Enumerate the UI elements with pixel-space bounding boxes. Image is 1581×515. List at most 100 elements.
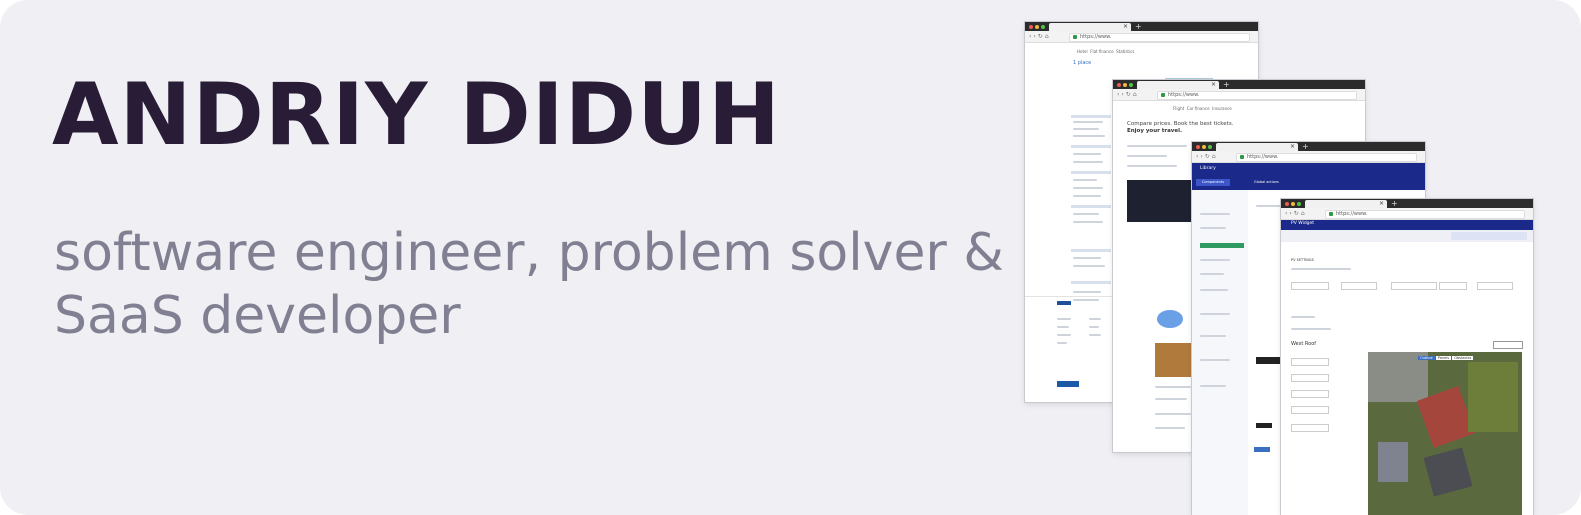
- author-name: ANDRIY DIDUH: [52, 65, 781, 165]
- text-line: [1200, 385, 1226, 387]
- input-field: [1291, 390, 1329, 398]
- minimize-dot-icon: [1123, 82, 1127, 87]
- input-field: [1291, 424, 1329, 432]
- colosseum-image: [1155, 343, 1191, 377]
- text-line: [1200, 213, 1230, 215]
- close-dot-icon: [1285, 201, 1289, 206]
- text-line: [1073, 121, 1103, 123]
- close-dot-icon: [1117, 82, 1121, 87]
- sidebar: [1192, 190, 1248, 515]
- tab-components-library: Components library: [1196, 179, 1230, 186]
- text-line: [1200, 289, 1228, 291]
- url-field: https://www.: [1157, 91, 1357, 100]
- map-tab-outline: Outline: [1418, 356, 1435, 360]
- map-tab-panels: Panels: [1435, 356, 1452, 360]
- url-text: https://www.: [1080, 34, 1112, 40]
- screenshot-window-pv-widget: × + ‹›↻⌂ https://www. PV Widget PV SETTI…: [1281, 199, 1533, 515]
- rating-stars-icon: [1073, 75, 1079, 99]
- lock-icon: [1161, 93, 1165, 97]
- text-line: [1073, 187, 1103, 189]
- text-line: [1057, 334, 1071, 336]
- page-preview: PV Widget PV SETTINGS West Roof Outline …: [1281, 220, 1533, 515]
- url-text: https://www.: [1168, 92, 1200, 98]
- rating-title: 1 place: [1073, 60, 1092, 66]
- map-roof: [1423, 447, 1473, 497]
- text-line: [1073, 161, 1103, 163]
- url-field: https://www.: [1236, 153, 1417, 162]
- text-line: [1057, 342, 1067, 344]
- input-field: [1291, 374, 1329, 382]
- nav-links: Hotel Flat finance Statistics: [1077, 49, 1134, 54]
- lock-icon: [1329, 212, 1333, 216]
- new-tab-icon: +: [1302, 142, 1309, 151]
- url-field: https://www.: [1325, 210, 1525, 219]
- minimize-dot-icon: [1291, 201, 1295, 206]
- add-button: [1256, 423, 1272, 428]
- new-tab-icon: +: [1223, 80, 1230, 89]
- nav-link: Flat finance: [1090, 49, 1114, 54]
- new-tab-icon: +: [1391, 199, 1398, 208]
- text-line: [1200, 359, 1230, 361]
- lock-icon: [1240, 155, 1244, 159]
- text-line: [1073, 257, 1101, 259]
- number-stepper: [1439, 282, 1467, 290]
- section-bar: [1071, 115, 1111, 118]
- browser-tab-bar: × +: [1192, 142, 1425, 151]
- text-line: [1155, 413, 1191, 415]
- address-bar: ‹›↻⌂ https://www.: [1281, 208, 1533, 220]
- browser-tab-bar: × +: [1281, 199, 1533, 208]
- map-tabs: Outline Panels Obstacles: [1418, 356, 1474, 360]
- nav-link: Insurance: [1212, 106, 1232, 111]
- hero-subheadline: Enjoy your travel.: [1127, 128, 1183, 134]
- browser-tab-bar: × +: [1025, 22, 1258, 31]
- address-bar: ‹›↻⌂ https://www.: [1025, 31, 1258, 43]
- url-text: https://www.: [1247, 154, 1279, 160]
- text-line: [1155, 398, 1187, 400]
- nav-arrows-icon: ‹›↻⌂: [1029, 33, 1051, 40]
- app-title: PV Widget: [1291, 221, 1315, 226]
- map-tab-obstacles: Obstacles: [1452, 356, 1474, 360]
- select-field: [1477, 282, 1513, 290]
- text-line: [1291, 316, 1315, 318]
- section-bar: [1071, 249, 1111, 252]
- roof-title: West Roof: [1291, 341, 1317, 347]
- mail-icon: [1157, 310, 1183, 328]
- nav-arrows-icon: ‹›↻⌂: [1285, 210, 1307, 217]
- browser-tab: [1049, 23, 1131, 31]
- browser-tab-bar: × +: [1113, 80, 1365, 89]
- text-line: [1200, 313, 1230, 315]
- new-tab-icon: +: [1135, 22, 1142, 31]
- maximize-dot-icon: [1041, 24, 1045, 29]
- chip: [1254, 447, 1270, 452]
- text-line: [1073, 179, 1097, 181]
- company-logo-icon: [1057, 381, 1079, 387]
- minimize-dot-icon: [1202, 144, 1206, 149]
- lock-icon: [1073, 35, 1077, 39]
- text-line: [1291, 268, 1351, 270]
- promo-banner: [1127, 180, 1193, 222]
- price-button: [1256, 357, 1280, 364]
- text-line: [1089, 318, 1101, 320]
- map-building: [1378, 442, 1408, 482]
- input-field: [1291, 406, 1329, 414]
- author-tagline: software engineer, problem solver & SaaS…: [54, 223, 1004, 346]
- action-buttons: [1451, 232, 1527, 240]
- url-field: https://www.: [1069, 33, 1250, 42]
- nav-links: Flight Car finance Insurance: [1173, 106, 1232, 111]
- text-line: [1291, 328, 1331, 330]
- nav-link: Hotel: [1077, 49, 1088, 54]
- search-form-line: [1127, 155, 1167, 157]
- browser-tab: [1216, 143, 1298, 151]
- text-line: [1073, 221, 1103, 223]
- text-line: [1200, 259, 1230, 261]
- hero-headline: Compare prices. Book the best tickets.: [1127, 121, 1234, 127]
- text-line: [1057, 318, 1071, 320]
- tab-close-icon: ×: [1379, 200, 1385, 207]
- browser-tab: [1305, 200, 1387, 208]
- text-line: [1089, 326, 1099, 328]
- tab-close-icon: ×: [1211, 81, 1217, 88]
- input-field: [1291, 358, 1329, 366]
- nav-link: Flight: [1173, 106, 1185, 111]
- text-line: [1073, 213, 1099, 215]
- tab-close-icon: ×: [1290, 143, 1296, 150]
